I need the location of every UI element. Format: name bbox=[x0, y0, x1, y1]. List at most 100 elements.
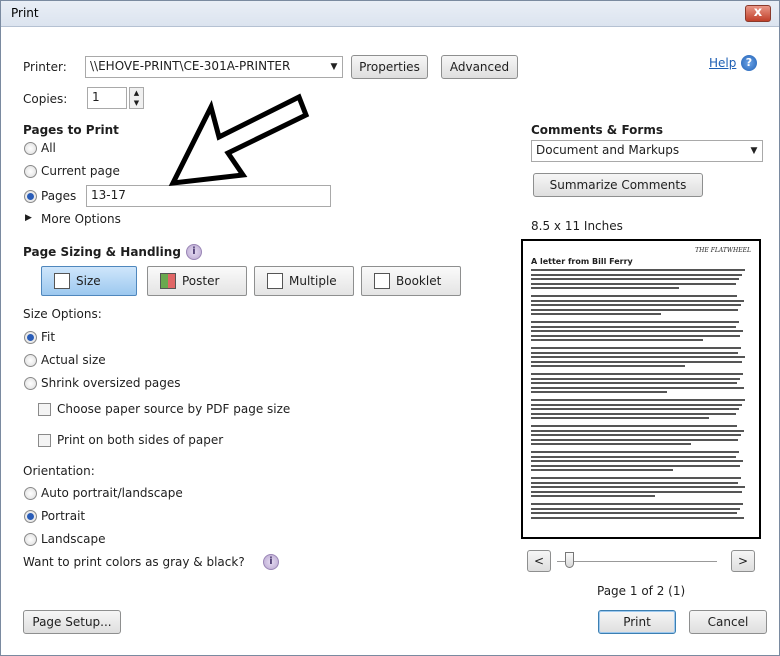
fit-radio[interactable] bbox=[24, 331, 37, 344]
comments-forms-heading: Comments & Forms bbox=[531, 123, 663, 137]
preview-text-line bbox=[531, 434, 741, 437]
booklet-icon bbox=[374, 273, 390, 289]
shrink-label: Shrink oversized pages bbox=[41, 376, 181, 390]
next-page-button[interactable]: > bbox=[731, 550, 755, 572]
preview-text-line bbox=[531, 382, 737, 385]
preview-text-line bbox=[531, 330, 743, 333]
page-slider-track[interactable] bbox=[557, 561, 717, 562]
paper-source-checkbox[interactable] bbox=[38, 403, 51, 416]
preview-text-line bbox=[531, 438, 738, 441]
auto-orientation-label: Auto portrait/landscape bbox=[41, 486, 183, 500]
printer-value: \\EHOVE-PRINT\CE-301A-PRINTER bbox=[90, 59, 291, 73]
copies-input[interactable]: 1 bbox=[87, 87, 127, 109]
landscape-label: Landscape bbox=[41, 532, 106, 546]
actual-size-label: Actual size bbox=[41, 353, 106, 367]
preview-text-line bbox=[531, 399, 745, 401]
pages-label: Pages bbox=[41, 189, 77, 203]
landscape-radio[interactable] bbox=[24, 533, 37, 546]
info-icon[interactable]: i bbox=[263, 554, 279, 570]
tab-multiple[interactable]: Multiple bbox=[254, 266, 354, 296]
paper-size-label: 8.5 x 11 Inches bbox=[531, 219, 623, 233]
preview-page: THE FLATWHEEL A letter from Bill Ferry bbox=[531, 247, 751, 531]
preview-text-line bbox=[531, 425, 737, 427]
tab-booklet[interactable]: Booklet bbox=[361, 266, 461, 296]
pages-to-print-heading: Pages to Print bbox=[23, 123, 119, 137]
current-page-label: Current page bbox=[41, 164, 120, 178]
both-sides-checkbox[interactable] bbox=[38, 434, 51, 447]
tab-size-label: Size bbox=[76, 274, 101, 288]
preview-text-line bbox=[531, 347, 741, 349]
preview-text-line bbox=[531, 287, 679, 290]
preview-text-line bbox=[531, 299, 744, 302]
poster-icon bbox=[160, 273, 176, 289]
preview-text-line bbox=[531, 321, 739, 323]
auto-orientation-radio[interactable] bbox=[24, 487, 37, 500]
print-button[interactable]: Print bbox=[598, 610, 676, 634]
preview-text-line bbox=[531, 351, 738, 354]
tab-size[interactable]: Size bbox=[41, 266, 137, 296]
preview-header: THE FLATWHEEL bbox=[695, 247, 751, 254]
advanced-button[interactable]: Advanced bbox=[441, 55, 518, 79]
preview-text-line bbox=[531, 412, 736, 415]
preview-text-line bbox=[531, 469, 673, 472]
portrait-radio[interactable] bbox=[24, 510, 37, 523]
preview-text-line bbox=[531, 507, 740, 510]
preview-text-line bbox=[531, 308, 738, 311]
preview-text-line bbox=[531, 481, 738, 484]
preview-text-line bbox=[531, 503, 743, 505]
prev-page-button[interactable]: < bbox=[527, 550, 551, 572]
chevron-down-icon: ▼ bbox=[330, 62, 338, 72]
preview-text-line bbox=[531, 356, 745, 359]
preview-text-line bbox=[531, 429, 744, 432]
tab-booklet-label: Booklet bbox=[396, 274, 442, 288]
tab-poster[interactable]: Poster bbox=[147, 266, 247, 296]
orientation-label: Orientation: bbox=[23, 464, 95, 478]
size-options-label: Size Options: bbox=[23, 307, 102, 321]
help-icon[interactable]: ? bbox=[741, 55, 757, 71]
copies-stepper[interactable]: ▲ ▼ bbox=[129, 87, 144, 109]
actual-size-radio[interactable] bbox=[24, 354, 37, 367]
comments-select[interactable]: Document and Markups ▼ bbox=[531, 140, 763, 162]
info-icon[interactable]: i bbox=[186, 244, 202, 260]
current-page-radio[interactable] bbox=[24, 165, 37, 178]
tab-multiple-label: Multiple bbox=[289, 274, 337, 288]
preview-text-line bbox=[531, 386, 744, 389]
title-bar: Print x bbox=[1, 1, 779, 27]
preview-text-line bbox=[531, 373, 743, 375]
preview-text-line bbox=[531, 408, 739, 411]
preview-text-line bbox=[531, 477, 741, 479]
preview-text-line bbox=[531, 304, 741, 307]
pages-radio[interactable] bbox=[24, 190, 37, 203]
preview-text-line bbox=[531, 334, 740, 337]
preview-text-line bbox=[531, 451, 739, 453]
page-setup-button[interactable]: Page Setup... bbox=[23, 610, 121, 634]
preview-text-line bbox=[531, 391, 667, 394]
properties-button[interactable]: Properties bbox=[351, 55, 428, 79]
preview-text-line bbox=[531, 360, 742, 363]
multiple-icon bbox=[267, 273, 283, 289]
preview-text-line bbox=[531, 490, 742, 493]
gray-question-label: Want to print colors as gray & black? bbox=[23, 555, 245, 569]
preview-text-line bbox=[531, 278, 739, 281]
page-sizing-heading: Page Sizing & Handling bbox=[23, 245, 181, 259]
preview-text-line bbox=[531, 443, 691, 446]
preview-text-line bbox=[531, 455, 736, 458]
preview-text-line bbox=[531, 325, 736, 328]
paper-source-label: Choose paper source by PDF page size bbox=[57, 402, 291, 416]
page-slider-thumb[interactable] bbox=[565, 552, 574, 568]
print-dialog: Print x Printer: \\EHOVE-PRINT\CE-301A-P… bbox=[0, 0, 780, 656]
all-radio[interactable] bbox=[24, 142, 37, 155]
help-link[interactable]: Help bbox=[709, 56, 736, 70]
printer-select[interactable]: \\EHOVE-PRINT\CE-301A-PRINTER ▼ bbox=[85, 56, 343, 78]
shrink-radio[interactable] bbox=[24, 377, 37, 390]
preview-text-line bbox=[531, 460, 743, 463]
triangle-right-icon[interactable]: ▶ bbox=[25, 213, 32, 223]
close-button[interactable]: x bbox=[745, 5, 771, 22]
chevron-down-icon: ▼ bbox=[750, 146, 758, 156]
all-label: All bbox=[41, 141, 56, 155]
more-options-link[interactable]: More Options bbox=[41, 212, 121, 226]
summarize-comments-button[interactable]: Summarize Comments bbox=[533, 173, 703, 197]
both-sides-label: Print on both sides of paper bbox=[57, 433, 224, 447]
preview-text-line bbox=[531, 269, 745, 271]
cancel-button[interactable]: Cancel bbox=[689, 610, 767, 634]
